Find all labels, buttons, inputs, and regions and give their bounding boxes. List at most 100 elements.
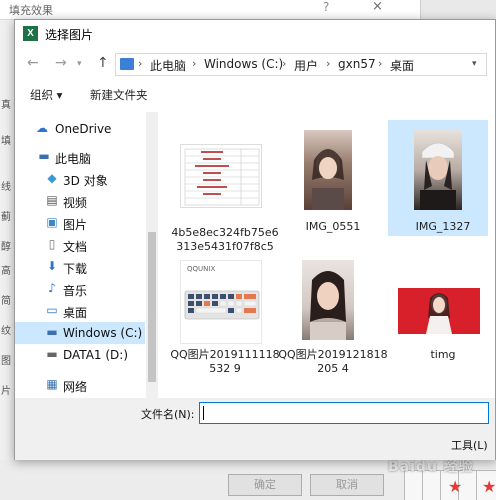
sidebar-item-onedrive[interactable]: ☁ OneDrive — [15, 118, 145, 140]
drive-icon: ▬ — [46, 325, 58, 339]
breadcrumb-this-pc[interactable]: 此电脑 — [150, 57, 186, 74]
drive-icon: ▬ — [46, 347, 58, 361]
file-name: IMG_1327 — [415, 220, 471, 233]
music-icon: ♪ — [48, 281, 56, 295]
background-side-char: 纹 — [1, 326, 11, 337]
organize-menu-button[interactable]: 组织 ▾ — [30, 87, 62, 103]
sidebar-item-drive-c[interactable]: ▬ Windows (C:) — [15, 322, 145, 344]
sidebar-item-documents[interactable]: ▯ 文档 — [15, 234, 145, 256]
background-side-char: 高 — [1, 266, 11, 277]
navigation-pane: ☁ OneDrive ▬ 此电脑 ◆ 3D 对象 ▤ 视频 ▣ 图片 ▯ 文档 … — [15, 112, 160, 398]
photo-thumbnail — [414, 130, 462, 210]
cancel-button[interactable]: 取消 — [310, 474, 384, 496]
file-name: 4b5e8ec324fb75e6313e5431f07f8c5 — [171, 226, 279, 253]
sidebar-item-label: 视频 — [63, 196, 88, 210]
file-name: QQ图片2019121818205 4 — [278, 348, 388, 375]
chevron-right-icon: › — [326, 57, 331, 70]
sidebar-item-this-pc[interactable]: ▬ 此电脑 — [15, 146, 145, 168]
table-thumbnail — [180, 144, 262, 208]
sidebar-item-label: 桌面 — [63, 306, 88, 320]
background-dialog-title: 填充效果 — [9, 4, 53, 17]
download-icon: ⬇ — [46, 259, 58, 273]
chevron-right-icon: › — [282, 57, 287, 70]
scrollbar-thumb[interactable] — [148, 232, 156, 382]
sidebar-item-label: 网络 — [63, 380, 88, 394]
sidebar-item-label: 3D 对象 — [63, 174, 108, 188]
star-icon: ★ — [482, 477, 496, 496]
file-name: IMG_0551 — [305, 220, 361, 233]
sidebar-item-label: Windows (C:) — [63, 326, 143, 340]
portrait-graphic — [312, 149, 344, 210]
photo-thumbnail — [398, 288, 480, 334]
portrait-graphic — [310, 271, 346, 340]
breadcrumb-user-folder[interactable]: gxn57 — [338, 57, 376, 71]
sidebar-scrollbar[interactable] — [146, 112, 158, 398]
star-icon: ★ — [448, 477, 463, 496]
sidebar-item-music[interactable]: ♪ 音乐 — [15, 278, 145, 300]
sidebar-item-label: 图片 — [63, 218, 88, 232]
network-icon: ▦ — [46, 377, 58, 391]
pictures-icon: ▣ — [46, 215, 58, 229]
sidebar-item-label: OneDrive — [55, 122, 112, 136]
background-side-char: 简 — [1, 296, 11, 307]
sidebar-item-pictures[interactable]: ▣ 图片 — [15, 212, 145, 234]
folder-icon — [120, 58, 134, 70]
sidebar-item-videos[interactable]: ▤ 视频 — [15, 190, 145, 212]
keyboard-thumbnail: QQUNIX — [180, 260, 262, 344]
chevron-right-icon: › — [378, 57, 383, 70]
file-list: 4b5e8ec324fb75e6313e5431f07f8c5 IMG_0551 — [160, 112, 495, 398]
recent-dropdown-icon[interactable]: ▾ — [77, 59, 82, 69]
file-name: QQ图片2019111118532 9 — [170, 348, 280, 375]
back-arrow-icon[interactable]: ← — [27, 55, 39, 71]
new-folder-button[interactable]: 新建文件夹 — [90, 87, 148, 103]
background-side-char: 片 — [1, 386, 11, 397]
dialog-toolbar: 组织 ▾ 新建文件夹 — [15, 82, 495, 108]
sidebar-item-label: 音乐 — [63, 284, 88, 298]
breadcrumb-desktop[interactable]: 桌面 — [390, 57, 414, 74]
tools-menu-button[interactable]: 工具(L) — [451, 437, 488, 453]
computer-icon: ▬ — [38, 149, 50, 163]
background-side-char: 填 — [1, 136, 11, 147]
sidebar-item-downloads[interactable]: ⬇ 下载 — [15, 256, 145, 278]
portrait-graphic — [426, 293, 452, 334]
forward-arrow-icon[interactable]: → — [55, 55, 67, 71]
breadcrumb-users[interactable]: 用户 — [294, 57, 318, 74]
up-arrow-icon[interactable]: ↑ — [97, 55, 109, 71]
background-side-char: 蓟 — [1, 212, 11, 223]
video-icon: ▤ — [46, 193, 58, 207]
dialog-titlebar: X 选择图片 — [15, 20, 495, 48]
sidebar-item-label: 此电脑 — [55, 152, 92, 166]
address-bar[interactable]: › 此电脑 › Windows (C:) › 用户 › gxn57 › 桌面 ▾ — [115, 53, 487, 76]
navigation-bar: ← → ▾ ↑ › 此电脑 › Windows (C:) › 用户 › gxn5… — [15, 50, 495, 80]
document-icon: ▯ — [48, 237, 56, 251]
breadcrumb-drive-c[interactable]: Windows (C:) — [204, 57, 283, 71]
background-side-char: 真 — [1, 100, 11, 111]
background-side-char: 醇 — [1, 242, 11, 253]
filename-row: 文件名(N): — [15, 398, 495, 428]
sidebar-item-network[interactable]: ▦ 网络 — [15, 374, 145, 396]
background-close-button[interactable]: × — [372, 0, 383, 14]
chevron-right-icon: › — [138, 57, 143, 70]
cloud-icon: ☁ — [36, 121, 48, 135]
sidebar-item-drive-d[interactable]: ▬ DATA1 (D:) — [15, 344, 145, 366]
text-caret — [203, 406, 204, 420]
background-side-char: 图 — [1, 356, 11, 367]
desktop-icon: ▭ — [46, 303, 58, 317]
filename-label: 文件名(N): — [141, 408, 195, 421]
select-picture-dialog: X 选择图片 ← → ▾ ↑ › 此电脑 › Windows (C:) › 用户… — [14, 19, 496, 460]
portrait-graphic — [420, 142, 456, 210]
sidebar-item-label: 文档 — [63, 240, 88, 254]
sidebar-item-3d-objects[interactable]: ◆ 3D 对象 — [15, 168, 145, 190]
photo-thumbnail — [304, 130, 352, 210]
dialog-button-row: 工具(L) — [15, 428, 495, 460]
brand-logo: QQUNIX — [187, 265, 216, 273]
address-dropdown-icon[interactable]: ▾ — [472, 59, 477, 69]
chevron-right-icon: › — [192, 57, 197, 70]
background-titlebar: 填充效果 ? × — [0, 0, 420, 20]
help-button[interactable]: ? — [323, 0, 329, 14]
filename-input[interactable] — [199, 402, 489, 424]
ok-button[interactable]: 确定 — [228, 474, 302, 496]
keyboard-graphic — [184, 290, 260, 320]
photo-thumbnail — [302, 260, 354, 340]
sidebar-item-desktop[interactable]: ▭ 桌面 — [15, 300, 145, 322]
